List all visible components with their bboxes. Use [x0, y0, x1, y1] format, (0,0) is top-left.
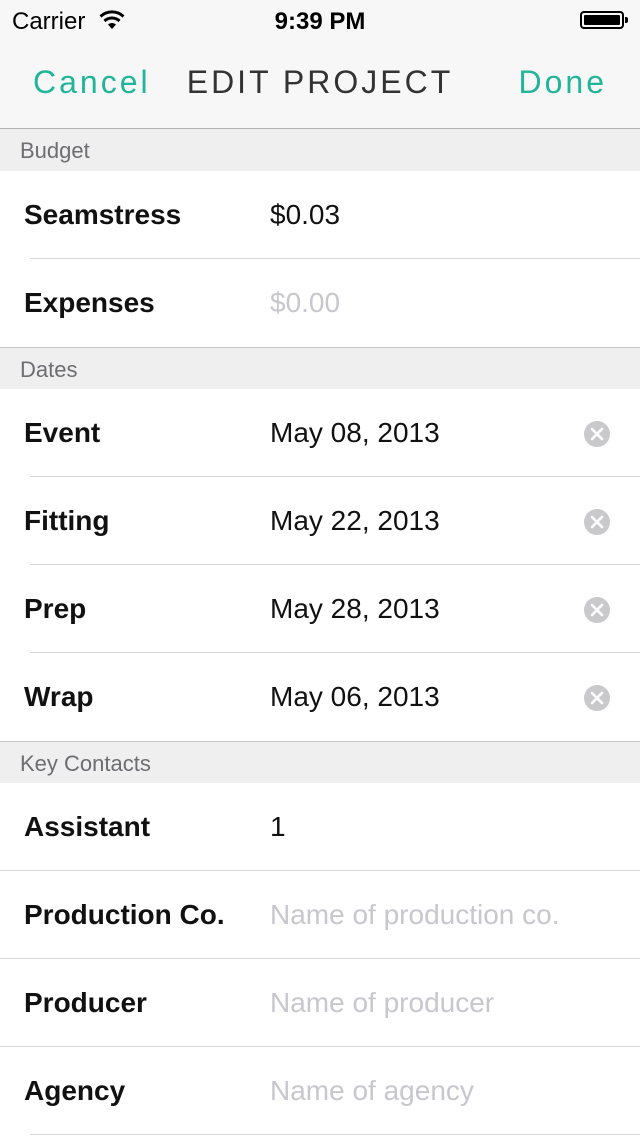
producer-field[interactable]: Name of producer [270, 959, 494, 1047]
fitting-date-field[interactable]: May 22, 2013 [270, 477, 440, 565]
row-prep[interactable]: Prep May 28, 2013 [0, 565, 640, 653]
event-date-field[interactable]: May 08, 2013 [270, 389, 440, 477]
seamstress-field[interactable]: $0.03 [270, 171, 340, 259]
navigation-bar: Cancel EDIT PROJECT Done [0, 40, 640, 129]
section-header-key-contacts: Key Contacts [0, 741, 640, 783]
row-expenses[interactable]: Expenses $0.00 [0, 259, 640, 347]
prep-date-field[interactable]: May 28, 2013 [270, 565, 440, 653]
clear-x-circle-icon[interactable] [583, 596, 611, 624]
form-content: Budget Seamstress $0.03 Expenses $0.00 D… [0, 129, 640, 1135]
wrap-date-field[interactable]: May 06, 2013 [270, 653, 440, 741]
row-label: Fitting [24, 505, 110, 536]
row-label: Seamstress [24, 199, 182, 230]
section-header-budget: Budget [0, 129, 640, 171]
battery-full-icon [580, 11, 628, 29]
expenses-field[interactable]: $0.00 [270, 259, 340, 347]
row-event[interactable]: Event May 08, 2013 [0, 389, 640, 477]
row-assistant[interactable]: Assistant 1 [0, 783, 640, 871]
clear-x-circle-icon[interactable] [583, 684, 611, 712]
row-seamstress[interactable]: Seamstress $0.03 [0, 171, 640, 259]
row-fitting[interactable]: Fitting May 22, 2013 [0, 477, 640, 565]
row-label: Prep [24, 593, 87, 624]
done-button[interactable]: Done [519, 64, 608, 101]
row-label: Agency [24, 1075, 126, 1106]
clock: 9:39 PM [274, 8, 366, 35]
clear-x-circle-icon[interactable] [583, 508, 611, 536]
row-label: Assistant [24, 811, 151, 842]
row-label: Expenses [24, 287, 155, 318]
row-label: Wrap [24, 681, 94, 712]
row-production-co[interactable]: Production Co. Name of production co. [0, 871, 640, 959]
assistant-field[interactable]: 1 [270, 783, 286, 871]
row-producer[interactable]: Producer Name of producer [0, 959, 640, 1047]
production-co-field[interactable]: Name of production co. [270, 871, 560, 959]
row-label: Producer [24, 987, 147, 1018]
edit-project-screen: Carrier 9:39 PM Cancel EDIT PROJECT Done… [0, 0, 640, 1136]
section-header-dates: Dates [0, 347, 640, 389]
agency-field[interactable]: Name of agency [270, 1047, 474, 1135]
clear-x-circle-icon[interactable] [583, 420, 611, 448]
row-label: Event [24, 417, 101, 448]
row-wrap[interactable]: Wrap May 06, 2013 [0, 653, 640, 741]
row-label: Production Co. [24, 899, 225, 930]
row-agency[interactable]: Agency Name of agency [0, 1047, 640, 1135]
status-bar: Carrier 9:39 PM [0, 0, 640, 40]
